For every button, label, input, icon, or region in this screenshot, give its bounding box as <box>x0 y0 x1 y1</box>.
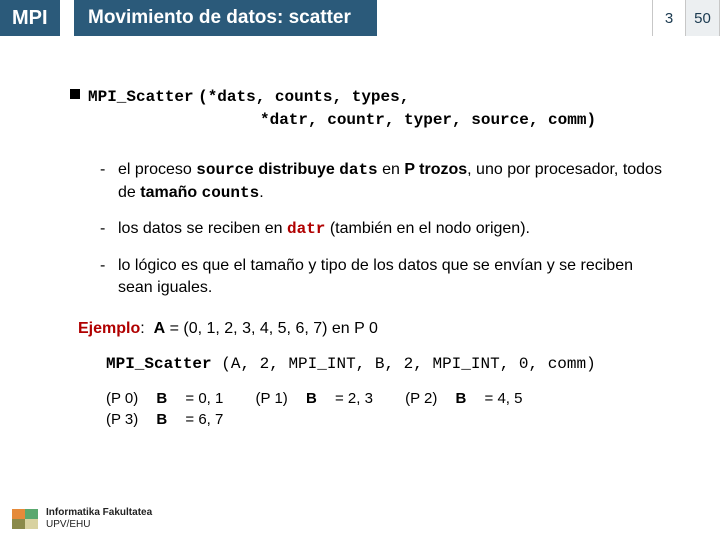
colon: : <box>140 320 144 337</box>
call-fn-name: MPI_Scatter <box>106 355 212 373</box>
text: . <box>259 184 263 201</box>
example-call: MPI_Scatter (A, 2, MPI_INT, B, 2, MPI_IN… <box>106 354 670 376</box>
page-current: 3 <box>652 0 686 36</box>
text: el proceso <box>118 161 196 178</box>
example-heading: Ejemplo: A = (0, 1, 2, 3, 4, 5, 6, 7) en… <box>78 318 670 340</box>
desc-item-1: - el proceso source distribuye dats en P… <box>100 159 670 204</box>
fn-args-line1: *dats, counts, types, <box>208 88 410 106</box>
example-block: Ejemplo: A = (0, 1, 2, 3, 4, 5, 6, 7) en… <box>78 318 670 430</box>
page-total: 50 <box>686 0 720 36</box>
kw-source: source <box>196 161 254 179</box>
university-name: UPV/EHU <box>46 519 152 531</box>
values: = 2, 3 <box>331 390 373 407</box>
header-spacer <box>377 0 652 36</box>
footer-text: Informatika Fakultatea UPV/EHU <box>46 507 152 530</box>
text: lo lógico es que el tamaño y tipo de los… <box>118 255 670 298</box>
dash-icon: - <box>100 255 118 298</box>
kw-counts: counts <box>202 184 260 202</box>
var-a: A <box>154 320 166 337</box>
setup-values: = (0, 1, 2, 3, 4, 5, 6, 7) en P 0 <box>165 320 378 337</box>
university-logo-icon <box>12 509 38 529</box>
fn-name: MPI_Scatter <box>88 88 194 106</box>
text: los datos se reciben en <box>118 220 287 237</box>
result-p2: (P 2) B = 4, 5 <box>405 390 536 407</box>
footer: Informatika Fakultatea UPV/EHU <box>12 507 152 530</box>
kw-datr: datr <box>287 220 325 238</box>
var-b: B <box>156 390 167 407</box>
header-separator <box>60 0 74 36</box>
function-signature: MPI_Scatter (*dats, counts, types, *datr… <box>70 86 670 131</box>
values: = 4, 5 <box>480 390 522 407</box>
description-list: - el proceso source distribuye dats en P… <box>100 159 670 298</box>
fn-args-line2: *datr, countr, typer, source, comm) <box>260 111 596 129</box>
kw-ptrozos: P trozos <box>404 161 467 178</box>
result-p0: (P 0) B = 0, 1 <box>106 390 237 407</box>
proc-label: (P 2) <box>405 390 441 407</box>
header-prefix: MPI <box>0 0 60 36</box>
var-b: B <box>156 411 167 428</box>
text: distribuye <box>254 161 339 178</box>
dash-icon: - <box>100 159 118 204</box>
faculty-name: Informatika Fakultatea <box>46 507 152 519</box>
example-label: Ejemplo <box>78 320 140 337</box>
kw-dats: dats <box>339 161 377 179</box>
square-bullet-icon <box>70 89 80 99</box>
result-p3: (P 3) B = 6, 7 <box>106 411 237 428</box>
kw-tamano: tamaño <box>140 184 201 201</box>
fn-open: ( <box>198 88 208 106</box>
dash-icon: - <box>100 218 118 241</box>
desc-item-2: - los datos se reciben en datr (también … <box>100 218 670 241</box>
desc-item-3: - lo lógico es que el tamaño y tipo de l… <box>100 255 670 298</box>
text: en <box>378 161 405 178</box>
var-b: B <box>306 390 317 407</box>
text: (también en el nodo origen). <box>325 220 530 237</box>
call-args: A, 2, MPI_INT, B, 2, MPI_INT, 0, comm) <box>231 355 596 373</box>
slide-header: MPI Movimiento de datos: scatter 3 50 <box>0 0 720 36</box>
values: = 0, 1 <box>181 390 223 407</box>
slide-title: Movimiento de datos: scatter <box>74 0 377 36</box>
call-open: ( <box>221 355 231 373</box>
values: = 6, 7 <box>181 411 223 428</box>
var-b: B <box>456 390 467 407</box>
proc-label: (P 3) <box>106 411 142 428</box>
proc-label: (P 1) <box>256 390 292 407</box>
example-results: (P 0) B = 0, 1 (P 1) B = 2, 3 (P 2) B = … <box>106 389 670 430</box>
result-p1: (P 1) B = 2, 3 <box>256 390 387 407</box>
slide-content: MPI_Scatter (*dats, counts, types, *datr… <box>0 36 720 430</box>
proc-label: (P 0) <box>106 390 142 407</box>
